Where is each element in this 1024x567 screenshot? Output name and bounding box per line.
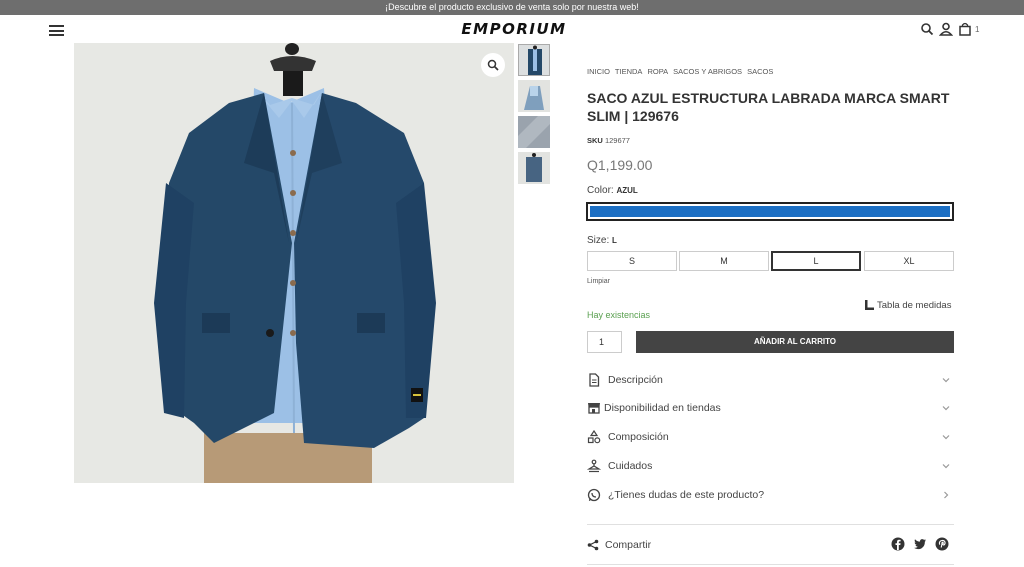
accordion-label: Descripción xyxy=(608,374,663,386)
thumbnail-front[interactable] xyxy=(518,44,550,76)
ruler-icon xyxy=(865,300,874,310)
share-label: Compartir xyxy=(605,539,652,551)
accordion-label: Composición xyxy=(608,431,669,443)
breadcrumb: INICIO TIENDA ROPA SACOS Y ABRIGOS SACOS xyxy=(587,67,778,76)
size-value: L xyxy=(612,236,617,245)
breadcrumb-item[interactable]: SACOS Y ABRIGOS xyxy=(673,67,742,76)
store-icon xyxy=(588,403,600,414)
share-button[interactable]: Compartir xyxy=(587,537,651,553)
breadcrumb-item[interactable]: ROPA xyxy=(647,67,668,76)
thumbnail-detail[interactable] xyxy=(518,116,550,148)
care-icon xyxy=(587,459,601,473)
chevron-down-icon xyxy=(942,406,950,411)
sku-value: 129677 xyxy=(604,136,630,145)
add-to-cart-button[interactable]: AÑADIR AL CARRITO xyxy=(636,331,954,353)
product-price: Q1,199.00 xyxy=(587,157,653,173)
accordion-questions[interactable]: ¿Tienes dudas de este producto? xyxy=(587,485,954,505)
chevron-right-icon xyxy=(944,491,949,499)
menu-icon[interactable] xyxy=(49,25,64,36)
breadcrumb-item[interactable]: INICIO xyxy=(587,67,610,76)
zoom-icon xyxy=(487,59,499,71)
announcement-bar: ¡Descubre el producto exclusivo de venta… xyxy=(0,0,1024,15)
stock-status: Hay existencias xyxy=(587,310,651,320)
user-icon[interactable] xyxy=(939,22,953,36)
clear-selection-link[interactable]: Limpiar xyxy=(587,278,610,285)
divider xyxy=(587,564,954,565)
document-icon xyxy=(589,373,600,387)
pinterest-icon[interactable] xyxy=(935,537,949,551)
size-option-m[interactable]: M xyxy=(679,251,769,271)
product-sku: SKU 129677 xyxy=(587,136,630,145)
swatch-fill xyxy=(590,206,950,217)
product-main-image[interactable] xyxy=(74,43,514,483)
accordion-label: Disponibilidad en tiendas xyxy=(604,402,721,414)
size-chart-link[interactable]: Tabla de medidas xyxy=(864,300,951,311)
divider xyxy=(587,524,954,525)
chevron-down-icon xyxy=(942,378,950,383)
shapes-icon xyxy=(587,430,601,444)
accordion-label: ¿Tienes dudas de este producto? xyxy=(608,489,765,501)
size-option-s[interactable]: S xyxy=(587,251,677,271)
search-icon[interactable] xyxy=(920,22,934,36)
breadcrumb-item[interactable]: TIENDA xyxy=(615,67,643,76)
accordion-composition[interactable]: Composición xyxy=(587,427,954,447)
product-photo xyxy=(74,43,514,483)
color-label: Color: AZUL xyxy=(587,185,638,196)
facebook-icon[interactable] xyxy=(891,537,905,551)
thumbnail-side[interactable] xyxy=(518,80,550,112)
product-title: SACO AZUL ESTRUCTURA LABRADA MARCA SMART… xyxy=(587,90,950,124)
breadcrumb-item[interactable]: SACOS xyxy=(747,67,773,76)
cart-icon[interactable] xyxy=(958,22,972,36)
cart-count: 1 xyxy=(975,25,980,34)
share-icon xyxy=(587,539,599,551)
chevron-down-icon xyxy=(942,464,950,469)
color-swatch-azul[interactable] xyxy=(586,202,954,221)
accordion-availability[interactable]: Disponibilidad en tiendas xyxy=(587,398,954,418)
size-option-l[interactable]: L xyxy=(771,251,861,271)
whatsapp-icon xyxy=(587,488,601,502)
thumbnail-back[interactable] xyxy=(518,152,550,184)
zoom-button[interactable] xyxy=(481,53,505,77)
quantity-input[interactable]: 1 xyxy=(587,331,622,353)
accordion-care[interactable]: Cuidados xyxy=(587,456,954,476)
accordion-description[interactable]: Descripción xyxy=(587,370,954,390)
sku-label: SKU xyxy=(587,136,603,145)
chevron-down-icon xyxy=(942,435,950,440)
accordion-label: Cuidados xyxy=(608,460,653,472)
color-value: AZUL xyxy=(616,186,638,195)
size-label: Size: L xyxy=(587,235,617,246)
size-option-xl[interactable]: XL xyxy=(864,251,954,271)
twitter-icon[interactable] xyxy=(913,537,927,551)
site-header: EMPORIUM 1 xyxy=(0,15,1024,45)
site-logo[interactable]: EMPORIUM xyxy=(445,20,583,38)
size-chart-label: Tabla de medidas xyxy=(877,300,952,311)
